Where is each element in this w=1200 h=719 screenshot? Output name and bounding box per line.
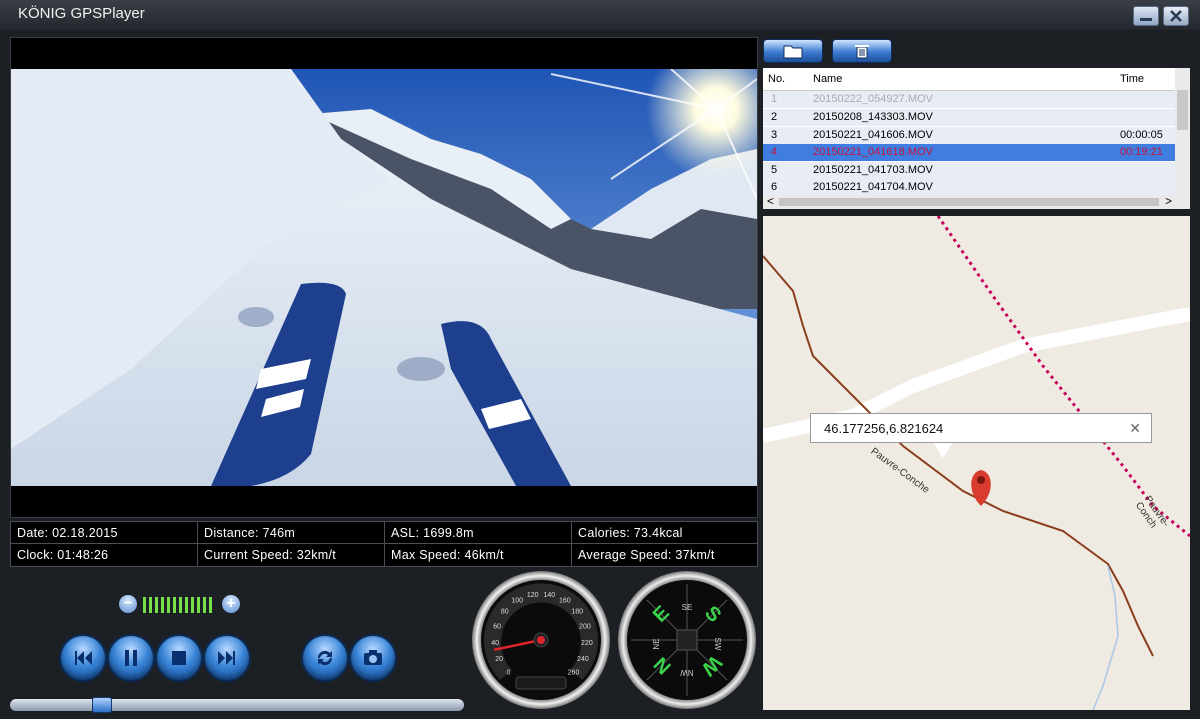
pause-button[interactable] [109,636,153,680]
stat-max-speed: Max Speed: 46km/t [385,544,572,566]
volume-up-icon[interactable]: + [222,595,240,613]
map-pin-icon [971,470,991,506]
stat-current-speed: Current Speed: 32km/t [198,544,385,566]
compass-ne: NE [652,638,661,649]
speed-tick-label: 20 [495,656,503,663]
vertical-scrollbar[interactable] [1175,68,1190,195]
popup-close-icon[interactable]: ✕ [1129,420,1141,437]
scroll-right-icon[interactable]: > [1165,194,1172,208]
map-view[interactable]: 46.177256,6.821624 ✕ Pauvre-Conche Pauvr… [763,216,1190,710]
speed-tick-label: 40 [491,640,499,647]
coord-text: 46.177256,6.821624 [824,421,944,436]
previous-icon [75,651,92,665]
speed-tick-label: 220 [581,640,593,647]
scroll-thumb[interactable] [1177,90,1188,130]
file-row[interactable]: 2 20150208_143303.MOV [763,109,1175,126]
speedometer-gauge: 0 20 40 6080100 120 140 160180 200 220 240 260 [472,571,610,709]
speed-tick-label: 100 [511,598,523,605]
file-row[interactable]: 6 20150221_041704.MOV [763,179,1175,196]
close-button[interactable] [1163,6,1189,26]
close-icon [1170,10,1182,22]
delete-button[interactable] [832,39,892,63]
title-bar: KÖNIG GPSPlayer [0,0,1200,30]
compass-sw: SW [713,638,722,651]
col-time[interactable]: Time [1120,73,1144,85]
folder-icon [783,45,803,59]
stat-date: Date: 02.18.2015 [11,522,198,544]
speed-tick-label: 160 [559,598,571,605]
compass-nw: NW [680,668,694,677]
stat-distance: Distance: 746m [198,522,385,544]
previous-button[interactable] [61,636,105,680]
repeat-button[interactable] [303,636,347,680]
volume-down-icon[interactable]: − [119,595,137,613]
minimize-button[interactable] [1133,6,1159,26]
file-list-header: No. Name Time [763,68,1190,91]
scroll-thumb[interactable] [779,198,1159,206]
speed-tick-label: 200 [579,623,591,630]
stat-average-speed: Average Speed: 37km/t [578,548,715,562]
next-button[interactable] [205,636,249,680]
coord-popup: 46.177256,6.821624 ✕ [810,413,1152,443]
open-folder-button[interactable] [763,39,823,63]
seek-thumb[interactable] [92,697,112,713]
speed-tick-label: 0 [507,670,511,677]
video-frame [11,69,757,486]
trash-icon [855,45,869,59]
stats-panel: Date: 02.18.2015 Distance: 746m ASL: 169… [10,521,758,567]
seek-bar[interactable] [10,697,464,713]
speed-tick-label: 120 [527,592,539,599]
stat-asl: ASL: 1699.8m [385,522,572,544]
col-no[interactable]: No. [768,73,785,85]
speed-tick-label: 60 [493,623,501,630]
speed-tick-label: 240 [577,656,589,663]
pause-icon [125,650,137,666]
video-viewport[interactable] [10,37,758,518]
file-row[interactable]: 1 20150222_054927.MOV [763,91,1175,108]
stop-icon [172,651,186,665]
col-name[interactable]: Name [813,73,842,85]
compass-se: SE [682,603,693,612]
horizontal-scrollbar[interactable]: < > [763,194,1190,209]
repeat-icon [317,650,333,666]
scroll-left-icon[interactable]: < [767,194,774,208]
stop-button[interactable] [157,636,201,680]
file-row[interactable]: 3 20150221_041606.MOV 00:00:05 [763,127,1175,144]
stat-calories: Calories: 73.4kcal [572,522,757,544]
camera-icon [364,650,382,665]
speed-tick-label: 180 [571,609,583,616]
minimize-icon [1140,18,1152,21]
volume-level[interactable] [143,597,212,613]
map-canvas [763,216,1190,710]
file-row-selected[interactable]: 4 20150221_041618.MOV 00:19:21 [763,144,1175,161]
app-title: KÖNIG GPSPlayer [18,5,145,22]
snapshot-button[interactable] [351,636,395,680]
file-row[interactable]: 5 20150221_041703.MOV [763,162,1175,179]
speed-tick-label: 260 [568,670,580,677]
next-icon [218,651,235,665]
speed-tick-label: 140 [543,592,555,599]
compass-gauge: SE NE SW NW E S N W [618,571,756,709]
speed-tick-label: 80 [501,609,509,616]
file-list[interactable]: No. Name Time 1 20150222_054927.MOV 2 2015… [763,68,1190,209]
stat-clock: Clock: 01:48:26 [11,544,198,566]
coord-popup-tail [933,442,953,458]
